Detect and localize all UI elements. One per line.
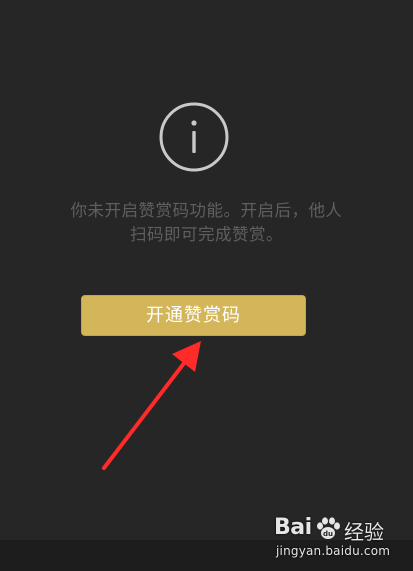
- notice-message: 你未开启赞赏码功能。开启后，他人 扫码即可完成赞赏。: [30, 199, 383, 247]
- notice-line-1: 你未开启赞赏码功能。开启后，他人: [70, 201, 343, 220]
- watermark-url: jingyan.baidu.com: [276, 544, 391, 558]
- svg-text:du: du: [323, 530, 333, 538]
- info-icon: [159, 102, 229, 172]
- red-arrow-annotation: [102, 341, 201, 470]
- watermark-cn-text: 经验: [344, 520, 384, 544]
- baidu-jingyan-watermark: Bai du 经验 jingyan.baidu.com: [274, 515, 391, 565]
- enable-appreciation-code-button[interactable]: 开通赞赏码: [81, 295, 306, 336]
- appreciation-code-screen: 你未开启赞赏码功能。开启后，他人 扫码即可完成赞赏。 开通赞赏码 Bai du …: [0, 0, 413, 571]
- watermark-logo-text: Bai: [274, 515, 312, 540]
- notice-line-2: 扫码即可完成赞赏。: [130, 225, 283, 244]
- baidu-paw-icon: du: [317, 517, 340, 539]
